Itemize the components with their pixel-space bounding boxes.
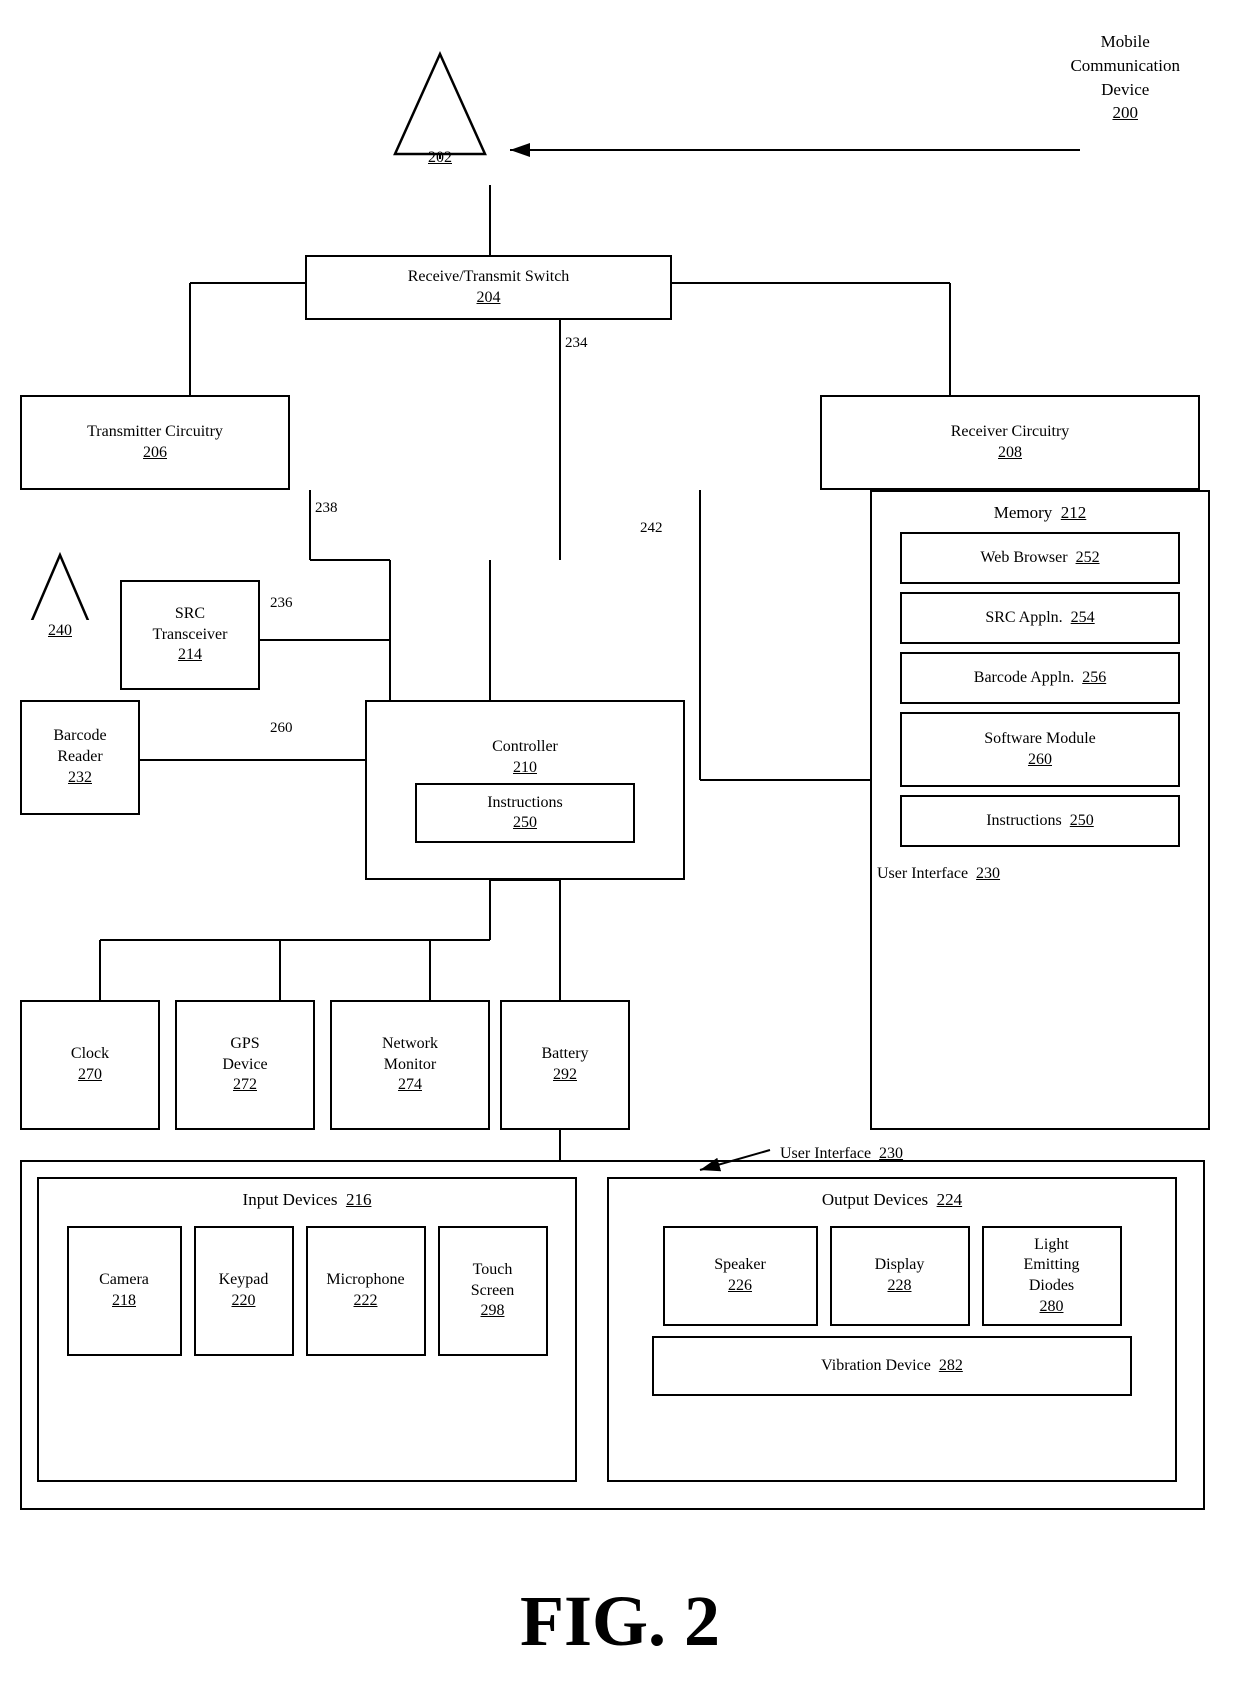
- input-devices-row: Camera218 Keypad220 Microphone222 TouchS…: [52, 1226, 563, 1356]
- antenna-240-svg: [25, 550, 95, 620]
- src-transceiver-214-num: 214: [178, 646, 202, 663]
- src-transceiver-214: SRCTransceiver214: [120, 580, 260, 690]
- ui-230-outside-num: 230: [879, 1145, 903, 1162]
- receiver-208-num: 208: [998, 444, 1022, 461]
- instr-250-mem-num: 250: [1070, 812, 1094, 829]
- software-module-260: Software Module260: [900, 712, 1180, 787]
- led-280: LightEmittingDiodes280: [982, 1226, 1122, 1326]
- barcode-232-num: 232: [68, 769, 92, 786]
- keypad-220: Keypad220: [194, 1226, 294, 1356]
- mic-222-num: 222: [353, 1292, 377, 1309]
- keypad-220-num: 220: [231, 1292, 255, 1309]
- switch-204-text: Receive/Transmit Switch: [408, 268, 570, 285]
- instructions-250-ctrl-num: 250: [513, 814, 537, 831]
- ref-238: 238: [315, 500, 338, 517]
- transmitter-206-text: Transmitter Circuitry: [87, 423, 223, 440]
- gps-272-num: 272: [233, 1076, 257, 1093]
- user-interface-230-label: User Interface 230: [872, 865, 1000, 883]
- receiver-208-text: Receiver Circuitry: [951, 423, 1070, 440]
- ref-234: 234: [565, 335, 588, 352]
- vibration-device-282: Vibration Device 282: [652, 1336, 1132, 1396]
- clock-270: Clock270: [20, 1000, 160, 1130]
- battery-292: Battery292: [500, 1000, 630, 1130]
- input-216-num: 216: [346, 1190, 372, 1209]
- ts-298-num: 298: [481, 1302, 505, 1319]
- camera-218: Camera218: [67, 1226, 182, 1356]
- transmitter-206-num: 206: [143, 444, 167, 461]
- mobile-device-label: MobileCommunicationDevice200: [1070, 30, 1180, 125]
- wb-252-num: 252: [1076, 549, 1100, 566]
- display-228-num: 228: [888, 1277, 912, 1294]
- ref-242: 242: [640, 520, 663, 537]
- fig-label-text: FIG. 2: [520, 1581, 720, 1661]
- antenna-240-label: 240: [48, 622, 72, 640]
- ref-236: 236: [270, 595, 293, 612]
- antenna-240: 240: [20, 550, 100, 640]
- barcode-appln-256: Barcode Appln. 256: [900, 652, 1180, 704]
- clock-270-num: 270: [78, 1066, 102, 1083]
- camera-218-num: 218: [112, 1292, 136, 1309]
- memory-212: Memory 212 Web Browser 252 SRC Appln. 25…: [870, 490, 1210, 1130]
- switch-204: Receive/Transmit Switch 204: [305, 255, 672, 320]
- battery-292-num: 292: [553, 1066, 577, 1083]
- src-appln-254: SRC Appln. 254: [900, 592, 1180, 644]
- user-interface-230-outside: User Interface 230: [780, 1145, 903, 1163]
- instructions-250-memory: Instructions 250: [900, 795, 1180, 847]
- vib-282-num: 282: [939, 1357, 963, 1374]
- antenna-triangle-svg: [390, 49, 490, 159]
- input-devices-216: Input Devices 216 Camera218 Keypad220 Mi…: [37, 1177, 577, 1482]
- touch-screen-298: TouchScreen298: [438, 1226, 548, 1356]
- controller-210-num: 210: [513, 759, 537, 776]
- microphone-222: Microphone222: [306, 1226, 426, 1356]
- led-280-num: 280: [1040, 1298, 1064, 1315]
- output-devices-top-row: Speaker226 Display228 LightEmittingDiode…: [648, 1226, 1137, 1326]
- user-interface-outer: Input Devices 216 Camera218 Keypad220 Mi…: [20, 1160, 1205, 1510]
- src-254-num: 254: [1071, 609, 1095, 626]
- controller-210: Controller210 Instructions250: [365, 700, 685, 880]
- antenna-202-label: 202: [428, 149, 452, 167]
- nm-274-num: 274: [398, 1076, 422, 1093]
- output-devices-224: Output Devices 224 Speaker226 Display228…: [607, 1177, 1177, 1482]
- gps-device-272: GPSDevice272: [175, 1000, 315, 1130]
- speaker-226-num: 226: [728, 1277, 752, 1294]
- sw-260-num: 260: [1028, 751, 1052, 768]
- network-monitor-274: NetworkMonitor274: [330, 1000, 490, 1130]
- barcode-reader-232: BarcodeReader232: [20, 700, 140, 815]
- instructions-250-controller: Instructions250: [415, 783, 635, 843]
- antenna-202: 202: [380, 30, 500, 185]
- display-228: Display228: [830, 1226, 970, 1326]
- output-224-num: 224: [937, 1190, 963, 1209]
- web-browser-252: Web Browser 252: [900, 532, 1180, 584]
- mobile-device-num: 200: [1112, 103, 1138, 122]
- ref-260-line: 260: [270, 720, 293, 737]
- diagram: MobileCommunicationDevice200: [0, 0, 1240, 1560]
- transmitter-206: Transmitter Circuitry 206: [20, 395, 290, 490]
- receiver-208: Receiver Circuitry 208: [820, 395, 1200, 490]
- ui-230-num: 230: [976, 865, 1000, 882]
- memory-212-num: 212: [1061, 503, 1087, 522]
- switch-204-num: 204: [477, 289, 501, 306]
- figure-label: FIG. 2: [0, 1560, 1240, 1693]
- speaker-226: Speaker226: [663, 1226, 818, 1326]
- barcode-256-num: 256: [1082, 669, 1106, 686]
